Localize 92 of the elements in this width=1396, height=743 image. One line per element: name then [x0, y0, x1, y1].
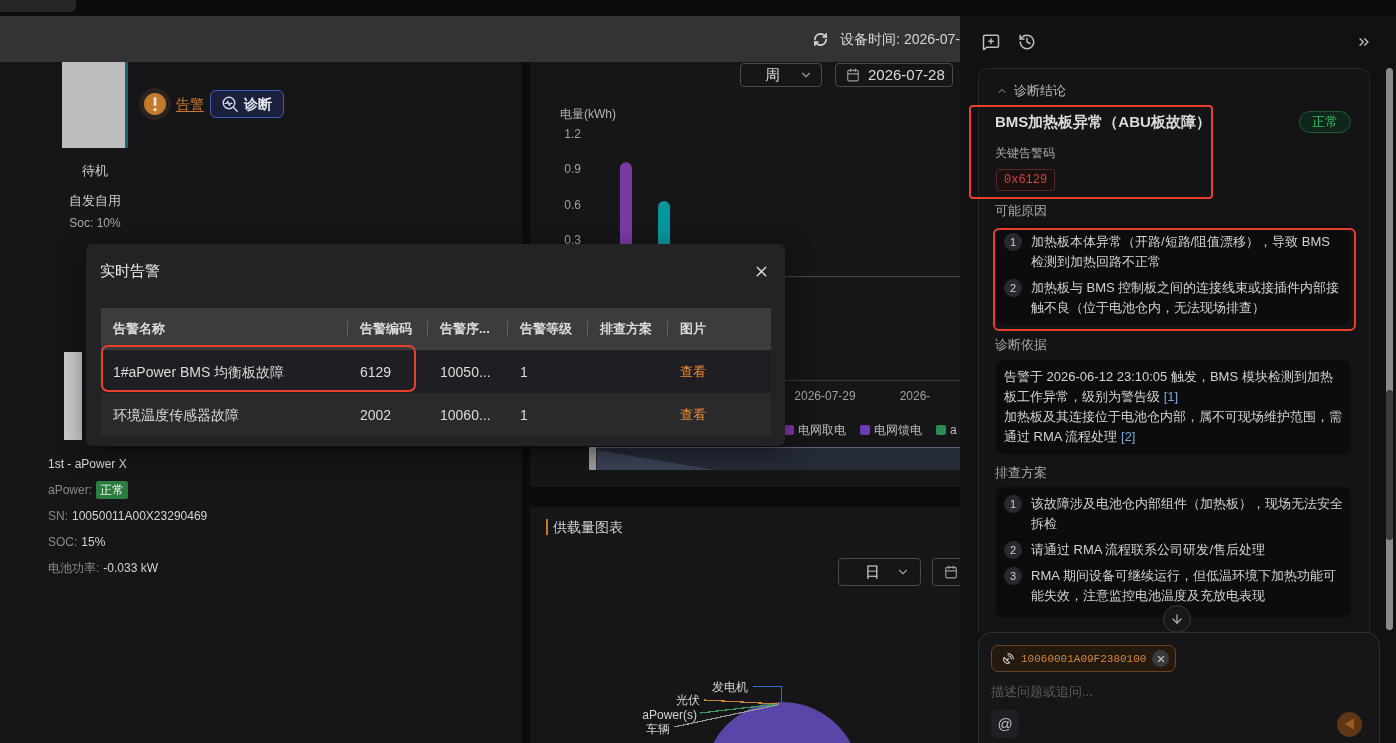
column-header[interactable]: 图片 — [668, 320, 706, 338]
paragraph: 加热板及其连接位于电池仓内部，属不可现场维护范围，需通过 RMA 流程处理 [2] — [1004, 408, 1343, 446]
step-number: 1 — [1004, 495, 1022, 513]
column-header[interactable]: 告警名称 — [101, 320, 165, 338]
x-tick-label: 2026- — [899, 389, 931, 403]
triangle-icon — [1344, 718, 1355, 730]
section-label: 排查方案 — [995, 465, 1048, 481]
y-tick-label: 1.2 — [564, 127, 581, 141]
calendar-icon — [846, 68, 860, 82]
paragraph: 告警于 2026-06-12 23:10:05 触发，BMS 模块检测到加热板工作异常，级别为警告级 [1] — [1004, 368, 1334, 406]
step-number: 1 — [1004, 233, 1022, 251]
list-item-text: 请通过 RMA 流程联系公司研发/售后处理 — [1031, 541, 1265, 559]
remove-button[interactable] — [1152, 650, 1170, 667]
step-number: 2 — [1004, 279, 1022, 297]
y-tick-label: 0.6 — [564, 197, 581, 212]
column-header[interactable]: 告警编码 — [348, 320, 412, 338]
satellite-dish-icon — [1002, 652, 1015, 665]
table-cell-text: 1 — [519, 362, 528, 382]
history-icon[interactable] — [1018, 33, 1036, 51]
alarm-code-tag: 0x6129 — [996, 169, 1056, 191]
warning-icon — [139, 88, 171, 120]
table-cell-text: 1#aPower BMS 均衡板故障 — [112, 362, 285, 382]
table-cell-text: 环境温度传感器故障 — [112, 405, 239, 425]
column-header[interactable]: 排查方案 — [588, 320, 652, 338]
view-link[interactable]: 查看 — [680, 405, 706, 424]
diagnosis-title: BMS加热板异常（ABU板故障） — [995, 112, 1211, 132]
citation-link[interactable]: [1] — [1163, 389, 1179, 404]
legend-label[interactable]: 电网馈电 — [874, 423, 922, 437]
pie-label: 发电机 — [712, 680, 748, 694]
dialog-title: 实时告警 — [100, 261, 160, 281]
list-item-text: 加热板与 BMS 控制板之间的连接线束或接插件内部接触不良（位于电池仓内，无法现场排查） — [1031, 279, 1341, 317]
mention-button[interactable]: @ — [991, 710, 1019, 738]
field-label: aPower: — [48, 482, 93, 499]
soc-reading: Soc: 10% — [69, 215, 121, 232]
field-value: 10050011A00X23290469 — [72, 508, 208, 525]
axis-title: 电量(kWh) — [560, 107, 616, 121]
list-item-text: RMA 期间设备可继续运行，但低温环境下加热功能可能失效，注意监控电池温度及充放电表现 — [1031, 567, 1337, 605]
pie-label: 光伏 — [676, 693, 700, 707]
list-item-text: 该故障涉及电池仓内部组件（加热板），现场无法安全拆检 — [1031, 495, 1343, 533]
pie-label: 车辆 — [646, 722, 670, 736]
table-cell-text: 1 — [519, 405, 528, 425]
status-badge: 正常 — [96, 481, 129, 499]
date-picker[interactable]: 2026-07-28 — [835, 63, 953, 87]
step-number: 2 — [1004, 541, 1022, 559]
field-label: SN: — [48, 508, 68, 525]
field-value: 15% — [81, 534, 106, 551]
section-label: 可能原因 — [995, 203, 1048, 219]
legend-label[interactable]: a — [950, 423, 957, 437]
new-chat-icon[interactable] — [982, 33, 1000, 51]
citation-link[interactable]: [2] — [1121, 429, 1136, 444]
pie-label: aPower(s) — [642, 708, 697, 722]
period-dropdown[interactable]: 日 — [838, 558, 921, 586]
y-tick-label: 0.3 — [564, 232, 581, 247]
x-tick-label: 2026-07-29 — [794, 389, 856, 403]
scrollbar-thumb[interactable] — [1386, 390, 1393, 540]
table-cell-text: 2002 — [359, 405, 392, 425]
calendar-icon — [944, 565, 958, 579]
field-value: -0.033 kW — [103, 560, 159, 577]
operating-mode: 自发自用 — [69, 192, 121, 210]
alarm-link[interactable]: 告警 — [176, 94, 204, 114]
attachment-label: 10060001A09F2380100 — [1021, 651, 1147, 667]
refresh-icon[interactable] — [813, 31, 829, 47]
slider-handle[interactable] — [589, 447, 596, 470]
table-cell-text: 10050... — [439, 362, 491, 382]
diagnose-button[interactable]: 诊断 — [210, 90, 284, 118]
step-number: 3 — [1004, 567, 1022, 585]
field-label: SOC: — [48, 534, 78, 551]
column-header[interactable]: 告警序... — [428, 320, 490, 338]
device-time: 设备时间: 2026-07- — [840, 30, 960, 49]
pulse-search-icon — [222, 96, 238, 112]
close-icon — [1155, 653, 1166, 664]
y-tick-label: 0.9 — [564, 162, 581, 177]
legend-label[interactable]: 电网取电 — [798, 423, 846, 437]
field-label: 关键告警码 — [995, 145, 1056, 161]
field-label: 电池功率: — [48, 560, 100, 577]
device-state: 待机 — [82, 162, 108, 180]
section-label: 诊断依据 — [995, 337, 1048, 353]
scrollbar-track[interactable] — [1386, 68, 1393, 630]
table-cell-text: 6129 — [359, 362, 392, 382]
view-link[interactable]: 查看 — [680, 362, 706, 381]
accent-bar-icon — [546, 519, 548, 535]
message-input[interactable]: 描述问题或追问... — [991, 680, 1367, 702]
period-dropdown[interactable]: 周 — [740, 63, 822, 87]
card-title: 供载量图表 — [553, 518, 623, 537]
column-header[interactable]: 告警等级 — [508, 320, 572, 338]
arrow-down-icon — [1170, 612, 1184, 626]
status-badge: 正常 — [1299, 111, 1351, 133]
table-cell-text: 10060... — [439, 405, 491, 425]
table-row[interactable]: 环境温度传感器故障 2002 10060... 1 查看 — [101, 393, 771, 436]
section-heading: 诊断结论 — [1014, 82, 1066, 100]
list-item-text: 加热板本体异常（开路/短路/阻值漂移），导致 BMS 检测到加热回路不正常 — [1031, 233, 1331, 271]
device-name: 1st - aPower X — [48, 456, 128, 473]
